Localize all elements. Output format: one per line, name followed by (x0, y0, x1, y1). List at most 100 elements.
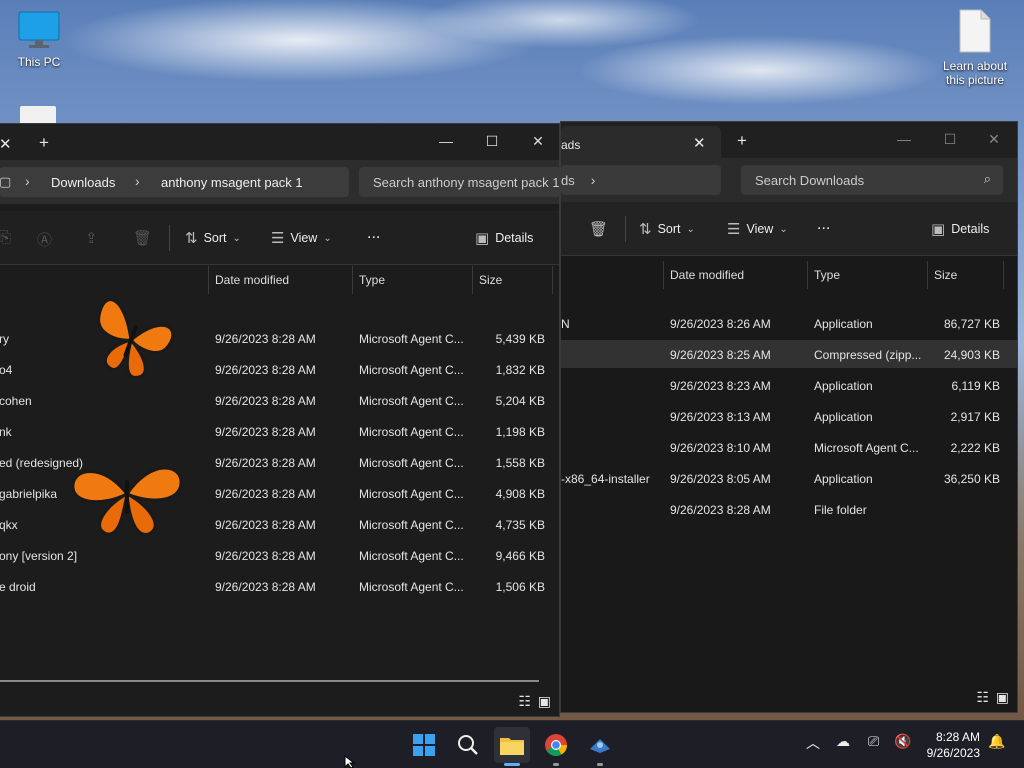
file-row[interactable]: N 9/26/2023 8:26 AM Application 86,727 KB (561, 309, 1017, 337)
view-button[interactable]: ☰ View ⌄ (727, 220, 788, 238)
file-type: Microsoft Agent C... (359, 394, 464, 408)
search-placeholder: Search Downloads (755, 172, 865, 188)
file-date: 9/26/2023 8:28 AM (215, 518, 316, 532)
address-bar[interactable]: ds › (561, 165, 721, 195)
file-explorer-icon (500, 738, 524, 755)
chevron-down-icon: ⌄ (323, 232, 332, 244)
file-row[interactable]: e droid 9/26/2023 8:28 AM Microsoft Agent … (0, 572, 559, 600)
onedrive-cloud-icon[interactable]: ☁ (836, 733, 850, 750)
tab-downloads[interactable]: ads ✕ (561, 126, 721, 158)
details-view-icon[interactable]: ☷ (518, 693, 531, 710)
new-tab-button[interactable]: + (737, 131, 747, 151)
sort-button[interactable]: ⇅ Sort ⌄ (185, 229, 241, 247)
file-row[interactable]: 9/26/2023 8:23 AM Application 6,119 KB (561, 371, 1017, 399)
file-date: 9/26/2023 8:13 AM (670, 410, 771, 424)
close-window-button[interactable]: ✕ (515, 126, 561, 156)
taskbar-file-explorer[interactable] (494, 727, 530, 766)
volume-muted-icon[interactable]: 🔇 (894, 733, 911, 750)
file-row[interactable]: 9/26/2023 8:13 AM Application 2,917 KB (561, 402, 1017, 430)
file-type: Microsoft Agent C... (359, 518, 464, 532)
file-row[interactable]: 9/26/2023 8:25 AM Compressed (zipp... 24,9… (561, 340, 1017, 368)
clock[interactable]: 8:28 AM 9/26/2023 (927, 729, 980, 761)
file-row[interactable]: nk 9/26/2023 8:28 AM Microsoft Agent C... 1… (0, 417, 559, 445)
monitor-icon (18, 11, 60, 48)
column-header-type[interactable]: Type (808, 261, 928, 289)
search-box[interactable]: Search Downloads ⌕ (741, 165, 1003, 195)
file-size: 2,917 KB (950, 410, 1000, 424)
desktop-background: This PC Learn about this picture ads ✕ +… (0, 0, 1024, 768)
file-type: Microsoft Agent C... (359, 487, 464, 501)
maximize-button[interactable]: ☐ (469, 126, 515, 156)
file-row[interactable]: 9/26/2023 8:10 AM Microsoft Agent C... 2,2… (561, 433, 1017, 461)
breadcrumb-downloads[interactable]: Downloads (51, 175, 115, 190)
column-header-date[interactable]: Date modified (664, 261, 808, 289)
start-button[interactable] (406, 727, 442, 763)
close-window-button[interactable]: ✕ (971, 124, 1017, 154)
chrome-icon (545, 734, 567, 756)
sort-button[interactable]: ⇅ Sort ⌄ (639, 220, 695, 238)
share-button[interactable]: ⇪ (85, 229, 98, 247)
butterfly-icon[interactable] (79, 288, 183, 392)
minimize-button[interactable]: — (881, 124, 927, 154)
command-bar: ⎘ Ⓐ ⇪ 🗑 ⇅ Sort ⌄ ☰ View ⌄ ... ▣ Details (0, 211, 559, 265)
file-row[interactable]: ony [version 2] 9/26/2023 8:28 AM Microsof… (0, 541, 559, 569)
trash-icon: 🗑 (133, 230, 153, 247)
notification-bell-icon[interactable]: 🔔 (988, 733, 1005, 750)
maximize-button[interactable]: ☐ (927, 124, 973, 154)
network-icon[interactable]: ⎚ (868, 733, 879, 750)
details-pane-icon: ▣ (931, 221, 946, 238)
details-pane-button[interactable]: ▣ Details (931, 220, 989, 238)
column-header-date[interactable]: Date modified (209, 266, 353, 294)
address-bar[interactable]: ▢ › Downloads › anthony msagent pack 1 (0, 167, 349, 197)
start-icon (413, 734, 435, 756)
rename-button[interactable]: Ⓐ (37, 229, 52, 250)
new-tab-button[interactable]: + (39, 133, 49, 153)
breadcrumb-current-folder[interactable]: anthony msagent pack 1 (161, 175, 303, 190)
details-view-icon[interactable]: ☷ (976, 689, 989, 706)
close-tab-icon[interactable]: ✕ (693, 134, 706, 152)
running-indicator (597, 763, 603, 766)
file-size: 9,466 KB (495, 549, 545, 563)
copy-button[interactable]: ⎘ (0, 229, 11, 246)
view-button[interactable]: ☰ View ⌄ (271, 229, 332, 247)
more-options-button[interactable]: ... (817, 216, 830, 234)
taskbar-search-button[interactable] (450, 727, 486, 763)
file-date: 9/26/2023 8:28 AM (670, 503, 771, 517)
close-tab-icon[interactable]: ✕ (0, 135, 12, 153)
file-date: 9/26/2023 8:28 AM (215, 332, 316, 346)
butterfly-icon[interactable] (67, 454, 187, 538)
file-date: 9/26/2023 8:28 AM (215, 580, 316, 594)
desktop-icon-learn-about-picture[interactable]: Learn about this picture (940, 8, 1010, 87)
taskbar-chrome[interactable] (538, 727, 574, 766)
chevron-down-icon: ⌄ (779, 223, 788, 235)
file-date: 9/26/2023 8:28 AM (215, 549, 316, 563)
chevron-right-icon: › (590, 172, 596, 188)
more-options-button[interactable]: ... (367, 225, 380, 243)
details-pane-button[interactable]: ▣ Details (475, 229, 533, 247)
column-header-name[interactable] (561, 261, 664, 289)
column-header-type[interactable]: Type (353, 266, 473, 294)
file-type: Compressed (zipp... (814, 348, 922, 362)
taskbar-agent-app[interactable] (582, 727, 618, 766)
file-size: 5,204 KB (495, 394, 545, 408)
file-row[interactable]: 9/26/2023 8:28 AM File folder (561, 495, 1017, 523)
show-hidden-icons-chevron-up-icon[interactable]: ︿ (806, 733, 820, 753)
file-row[interactable]: -x86_64-installer 9/26/2023 8:05 AM Applic… (561, 464, 1017, 492)
search-icon (458, 735, 478, 755)
horizontal-scrollbar[interactable] (0, 680, 539, 682)
tiles-view-icon[interactable]: ▣ (538, 693, 551, 710)
column-header-size[interactable]: Size (473, 266, 553, 294)
file-date: 9/26/2023 8:25 AM (670, 348, 771, 362)
file-size: 4,735 KB (495, 518, 545, 532)
tiles-view-icon[interactable]: ▣ (996, 689, 1009, 706)
search-box[interactable]: Search anthony msagent pack 1 (359, 167, 561, 197)
file-date: 9/26/2023 8:23 AM (670, 379, 771, 393)
address-bar-area: ▢ › Downloads › anthony msagent pack 1 S… (0, 160, 561, 204)
file-name: -x86_64-installer (561, 472, 650, 486)
minimize-button[interactable]: — (423, 126, 469, 156)
desktop-icon-this-pc[interactable]: This PC (4, 10, 74, 69)
column-header-size[interactable]: Size (928, 261, 1004, 289)
delete-button[interactable]: 🗑 (133, 229, 152, 247)
sort-icon: ⇅ (639, 221, 652, 238)
delete-button[interactable]: 🗑 (589, 220, 608, 238)
